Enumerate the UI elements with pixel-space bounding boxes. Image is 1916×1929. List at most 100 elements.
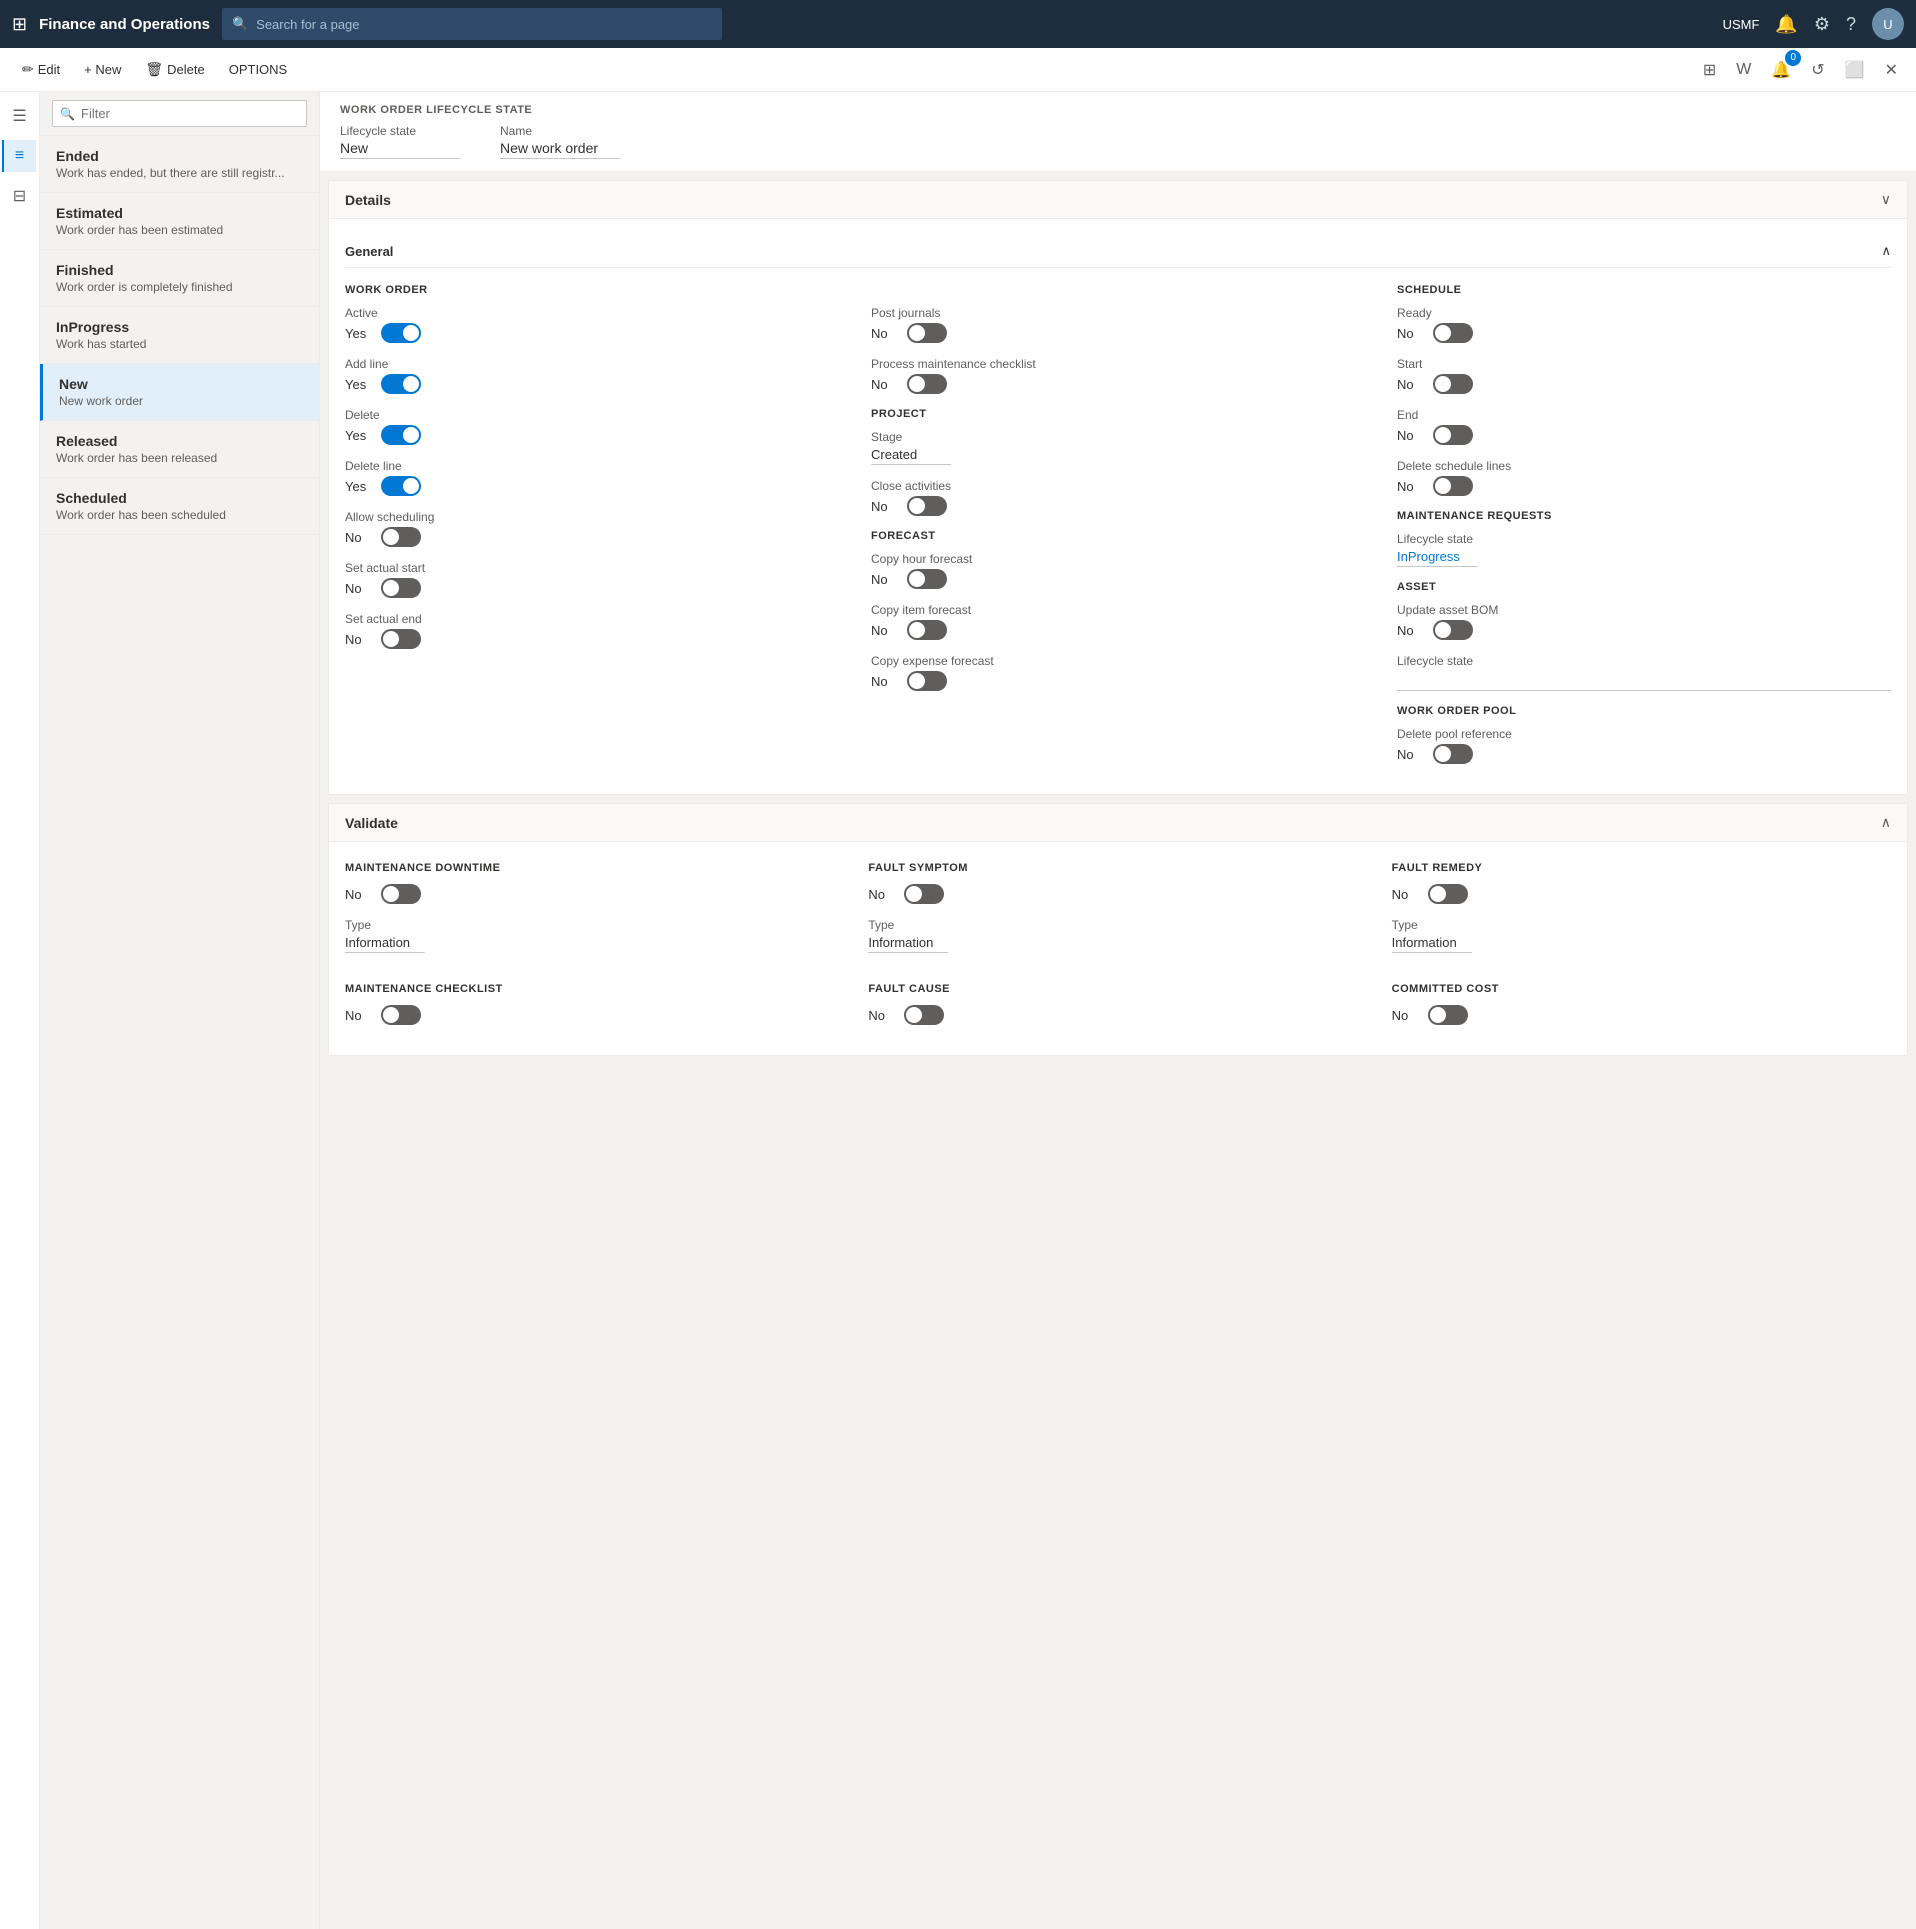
maximize-icon[interactable]: ⬜ xyxy=(1839,54,1871,86)
set-actual-end-field: Set actual end No xyxy=(345,612,839,649)
copy-expense-forecast-toggle[interactable] xyxy=(907,671,947,691)
filter-search-icon: 🔍 xyxy=(60,107,75,121)
details-section-header[interactable]: Details ∨ xyxy=(329,181,1907,219)
bell-icon[interactable]: 🔔 xyxy=(1775,14,1797,35)
committed-cost-toggle[interactable] xyxy=(1428,1005,1468,1025)
allow-scheduling-toggle[interactable] xyxy=(381,527,421,547)
delete-pool-reference-toggle[interactable] xyxy=(1433,744,1473,764)
main-content: WORK ORDER LIFECYCLE STATE Lifecycle sta… xyxy=(320,92,1916,1929)
validate-section: Validate ∧ MAINTENANCE DOWNTIME No Type xyxy=(328,803,1908,1056)
fault-symptom-toggle-row: No xyxy=(868,884,1367,904)
filter-icon[interactable]: ⊟ xyxy=(4,180,36,212)
refresh-icon[interactable]: ↺ xyxy=(1805,54,1830,86)
set-actual-end-toggle[interactable] xyxy=(381,629,421,649)
gear-icon[interactable]: ⚙ xyxy=(1814,14,1830,35)
list-icon[interactable]: ≡ xyxy=(2,140,36,172)
active-toggle[interactable] xyxy=(381,323,421,343)
copy-hour-forecast-toggle[interactable] xyxy=(907,569,947,589)
ready-field: Ready No xyxy=(1397,306,1891,343)
committed-cost-toggle-row: No xyxy=(1392,1005,1891,1025)
validate-section-body: MAINTENANCE DOWNTIME No Type Information… xyxy=(329,842,1907,1055)
maint-checklist-toggle[interactable] xyxy=(381,1005,421,1025)
help-icon[interactable]: ? xyxy=(1846,14,1856,35)
sidebar-filter-area: 🔍 xyxy=(40,92,319,136)
sidebar-item-ended[interactable]: Ended Work has ended, but there are stil… xyxy=(40,136,319,193)
set-actual-start-toggle[interactable] xyxy=(381,578,421,598)
update-asset-bom-field: Update asset BOM No xyxy=(1397,603,1891,640)
general-fields-grid: WORK ORDER Active Yes Add line Yes xyxy=(345,280,1891,778)
edit-button[interactable]: ✏ Edit xyxy=(12,55,70,84)
close-activities-field: Close activities No xyxy=(871,479,1365,516)
sidebar-item-released[interactable]: Released Work order has been released xyxy=(40,421,319,478)
delete-line-field: Delete line Yes xyxy=(345,459,839,496)
sidebar-item-finished[interactable]: Finished Work order is completely finish… xyxy=(40,250,319,307)
general-chevron-icon: ∧ xyxy=(1881,243,1891,259)
update-asset-bom-toggle[interactable] xyxy=(1433,620,1473,640)
search-icon: 🔍 xyxy=(232,16,248,32)
validate-chevron-icon: ∧ xyxy=(1881,814,1891,831)
hamburger-icon[interactable]: ☰ xyxy=(4,100,36,132)
start-toggle[interactable] xyxy=(1433,374,1473,394)
search-bar[interactable]: 🔍 Search for a page xyxy=(222,8,722,40)
fault-symptom-col: FAULT SYMPTOM No Type Information xyxy=(868,858,1367,967)
set-actual-start-field: Set actual start No xyxy=(345,561,839,598)
validate-section-header[interactable]: Validate ∧ xyxy=(329,804,1907,842)
delete-line-toggle[interactable] xyxy=(381,476,421,496)
fault-symptom-type-field: Type Information xyxy=(868,918,1367,953)
sidebar-item-inprogress[interactable]: InProgress Work has started xyxy=(40,307,319,364)
maintenance-downtime-col: MAINTENANCE DOWNTIME No Type Information xyxy=(345,858,844,967)
word-icon[interactable]: W xyxy=(1730,55,1757,85)
forecast-column: PLACEHOLDER Post journals No Process mai… xyxy=(871,280,1365,778)
maint-requests-lifecycle-field: Lifecycle state InProgress xyxy=(1397,532,1891,567)
top-navigation: ⊞ Finance and Operations 🔍 Search for a … xyxy=(0,0,1916,48)
close-icon[interactable]: ✕ xyxy=(1879,54,1904,86)
copy-item-forecast-toggle[interactable] xyxy=(907,620,947,640)
delete-schedule-lines-field: Delete schedule lines No xyxy=(1397,459,1891,496)
options-button[interactable]: OPTIONS xyxy=(219,56,298,83)
notification-wrap[interactable]: 🔔 0 xyxy=(1765,54,1797,86)
avatar[interactable]: U xyxy=(1872,8,1904,40)
fault-remedy-type-field: Type Information xyxy=(1392,918,1891,953)
fault-cause-toggle-row: No xyxy=(868,1005,1367,1025)
command-bar: ✏ Edit + New 🗑 Delete OPTIONS ⊞ W 🔔 0 ↺ … xyxy=(0,48,1916,92)
work-order-column: WORK ORDER Active Yes Add line Yes xyxy=(345,280,839,778)
validate-grid: MAINTENANCE DOWNTIME No Type Information… xyxy=(345,858,1891,1039)
delete-schedule-lines-toggle[interactable] xyxy=(1433,476,1473,496)
fault-remedy-toggle[interactable] xyxy=(1428,884,1468,904)
fault-cause-toggle[interactable] xyxy=(904,1005,944,1025)
app-title: Finance and Operations xyxy=(39,16,210,33)
active-field: Active Yes xyxy=(345,306,839,343)
post-journals-toggle[interactable] xyxy=(907,323,947,343)
maintenance-checklist-col: MAINTENANCE CHECKLIST No xyxy=(345,979,844,1039)
delete-toggle[interactable] xyxy=(381,425,421,445)
delete-pool-reference-field: Delete pool reference No xyxy=(1397,727,1891,764)
grid-icon[interactable]: ⊞ xyxy=(12,14,27,35)
ready-toggle[interactable] xyxy=(1433,323,1473,343)
sidebar-item-scheduled[interactable]: Scheduled Work order has been scheduled xyxy=(40,478,319,535)
schedule-column: SCHEDULE Ready No Start No xyxy=(1397,280,1891,778)
sidebar-item-new[interactable]: New New work order xyxy=(40,364,319,421)
maint-downtime-toggle-row: No xyxy=(345,884,844,904)
maint-checklist-toggle-row: No xyxy=(345,1005,844,1025)
asset-lifecycle-field: Lifecycle state xyxy=(1397,654,1891,691)
delete-button[interactable]: 🗑 Delete xyxy=(135,55,214,84)
start-field: Start No xyxy=(1397,357,1891,394)
new-button[interactable]: + New xyxy=(74,56,131,83)
end-field: End No xyxy=(1397,408,1891,445)
fault-symptom-toggle[interactable] xyxy=(904,884,944,904)
allow-scheduling-field: Allow scheduling No xyxy=(345,510,839,547)
view-icon[interactable]: ⊞ xyxy=(1697,54,1722,86)
filter-input[interactable] xyxy=(52,100,307,127)
delete-field: Delete Yes xyxy=(345,408,839,445)
process-maint-checklist-toggle[interactable] xyxy=(907,374,947,394)
add-line-toggle[interactable] xyxy=(381,374,421,394)
committed-cost-col: COMMITTED COST No xyxy=(1392,979,1891,1039)
sidebar-item-estimated[interactable]: Estimated Work order has been estimated xyxy=(40,193,319,250)
details-section-body: General ∧ WORK ORDER Active Yes xyxy=(329,219,1907,794)
close-activities-toggle[interactable] xyxy=(907,496,947,516)
end-toggle[interactable] xyxy=(1433,425,1473,445)
content-header: WORK ORDER LIFECYCLE STATE Lifecycle sta… xyxy=(320,92,1916,172)
general-subsection-header: General ∧ xyxy=(345,235,1891,268)
maint-downtime-toggle[interactable] xyxy=(381,884,421,904)
delete-icon: 🗑 xyxy=(145,61,163,78)
